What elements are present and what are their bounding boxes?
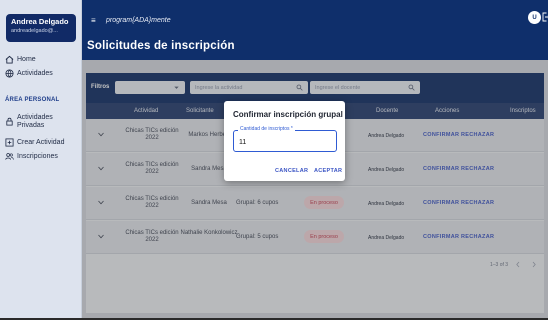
- modal-backdrop[interactable]: [82, 60, 548, 320]
- logout-icon[interactable]: [542, 12, 548, 22]
- menu-icon[interactable]: ≡: [91, 16, 96, 25]
- cancel-button[interactable]: CANCELAR: [275, 168, 308, 174]
- sidebar-item-enrollments[interactable]: Inscripciones: [5, 152, 79, 161]
- page-title: Solicitudes de inscripción: [87, 40, 235, 52]
- sidebar-item-home[interactable]: Home: [5, 55, 79, 64]
- app-frame: Andrea Delgado andreadelgado@... Home Ac…: [0, 0, 548, 320]
- section-title: ÁREA PERSONAL: [5, 97, 60, 103]
- dialog-title: Confirmar inscripción grupal: [233, 110, 343, 119]
- confirm-group-enrollment-dialog: Confirmar inscripción grupal Cantidad de…: [224, 101, 345, 181]
- avatar[interactable]: U: [528, 11, 541, 24]
- sidebar: Andrea Delgado andreadelgado@... Home Ac…: [0, 0, 82, 320]
- user-email: andreadelgado@...: [11, 28, 58, 34]
- sidebar-item-activities[interactable]: Actividades: [5, 69, 79, 78]
- add-box-icon: [5, 138, 14, 147]
- lock-icon: [5, 117, 14, 126]
- sidebar-item-private-activities[interactable]: Actividades Privadas: [5, 114, 79, 130]
- top-bar: ≡ program{ADA}mente Solicitudes de inscr…: [82, 0, 548, 60]
- home-icon: [5, 55, 14, 64]
- sidebar-item-create-activity[interactable]: Crear Actividad: [5, 138, 79, 147]
- enrolled-count-label: Cantidad de inscriptos *: [238, 126, 295, 132]
- sidebar-item-label: Crear Actividad: [17, 139, 65, 146]
- accept-button[interactable]: ACEPTAR: [314, 168, 342, 174]
- globe-icon: [5, 69, 14, 78]
- people-icon: [5, 152, 14, 161]
- brand-logo[interactable]: program{ADA}mente: [106, 17, 171, 24]
- enrolled-count-field[interactable]: Cantidad de inscriptos *: [233, 126, 337, 152]
- user-card[interactable]: Andrea Delgado andreadelgado@...: [6, 14, 76, 42]
- sidebar-item-label: Actividades Privadas: [17, 114, 53, 129]
- enrolled-count-input[interactable]: [239, 137, 329, 147]
- sidebar-item-label: Inscripciones: [17, 153, 58, 160]
- sidebar-item-label: Home: [17, 56, 36, 63]
- user-name: Andrea Delgado: [11, 17, 69, 26]
- sidebar-item-label: Actividades: [17, 70, 53, 77]
